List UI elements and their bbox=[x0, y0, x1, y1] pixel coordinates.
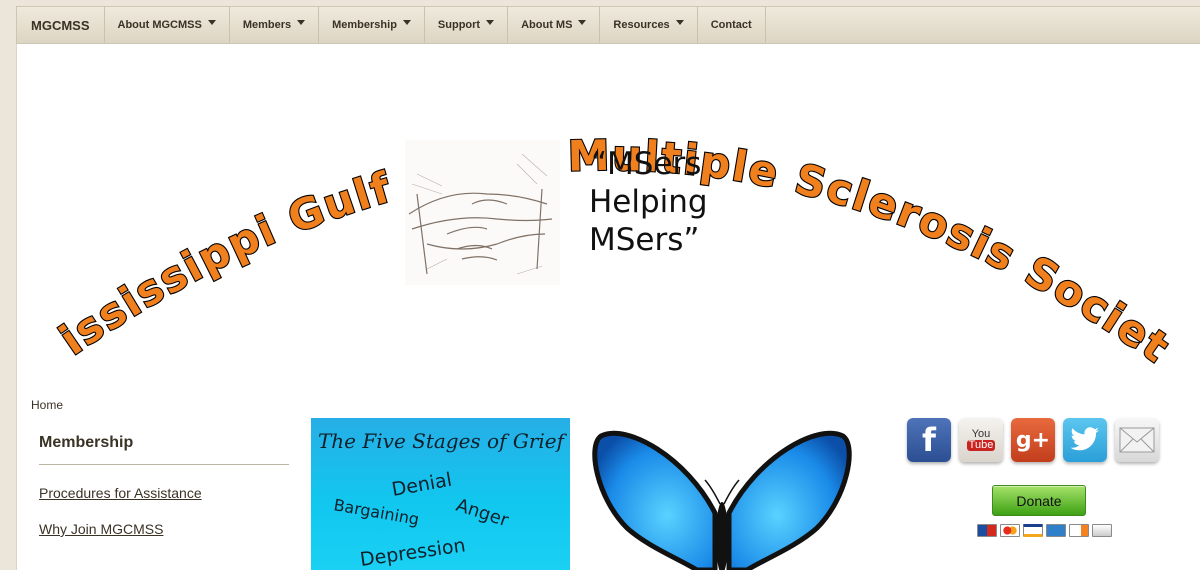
twitter-bird-icon bbox=[1070, 427, 1099, 451]
nav-about-ms[interactable]: About MS bbox=[508, 7, 601, 43]
grief-title: The Five Stages of Grief bbox=[318, 429, 568, 453]
caret-down-icon bbox=[675, 19, 684, 25]
caret-down-icon bbox=[297, 19, 306, 25]
sidebar-link-procedures[interactable]: Procedures for Assistance bbox=[39, 485, 289, 501]
tagline-line-1: “MSers bbox=[591, 146, 701, 182]
youtube-icon[interactable]: You Tube bbox=[959, 418, 1003, 462]
email-icon[interactable] bbox=[1115, 418, 1159, 462]
grief-word-depression: Depression bbox=[359, 534, 467, 570]
discover-card-icon bbox=[1069, 524, 1089, 537]
twitter-icon[interactable] bbox=[1063, 418, 1107, 462]
mastercard-icon bbox=[1000, 524, 1020, 537]
butterfly-right-wing bbox=[726, 430, 852, 570]
nav-contact[interactable]: Contact bbox=[698, 7, 766, 43]
bank-card-icon bbox=[1092, 524, 1112, 537]
sidebar-link-why-join[interactable]: Why Join MGCMSS bbox=[39, 521, 289, 537]
payment-cards bbox=[977, 524, 1112, 537]
caret-down-icon bbox=[578, 19, 587, 25]
tagline-line-3: MSers” bbox=[589, 222, 699, 258]
site-banner: Mississippi Gulf Coast Multiple Sclerosi… bbox=[17, 44, 1178, 374]
five-stages-of-grief-image[interactable]: The Five Stages of Grief Denial Anger Ba… bbox=[311, 418, 570, 570]
envelope-icon bbox=[1119, 427, 1155, 453]
tagline-line-2: Helping bbox=[589, 184, 708, 220]
butterfly-body bbox=[716, 502, 728, 570]
nav-membership[interactable]: Membership bbox=[319, 7, 425, 43]
sidebar-menu: Membership Procedures for Assistance Why… bbox=[39, 432, 289, 537]
caret-down-icon bbox=[402, 19, 411, 25]
grief-word-denial: Denial bbox=[390, 469, 453, 501]
caret-down-icon bbox=[207, 19, 216, 25]
handshake-illustration bbox=[405, 140, 560, 285]
blue-butterfly-image[interactable] bbox=[587, 418, 857, 570]
visa-card-icon bbox=[1023, 524, 1043, 537]
nav-resources[interactable]: Resources bbox=[600, 7, 698, 43]
nav-members[interactable]: Members bbox=[230, 7, 320, 43]
maestro-card-icon bbox=[977, 524, 997, 537]
social-icons: f You Tube g+ bbox=[907, 418, 1159, 462]
grief-word-anger: Anger bbox=[453, 495, 511, 532]
grief-word-bargaining: Bargaining bbox=[332, 495, 420, 529]
top-navbar: MGCMSS About MGCMSS Members Membership S… bbox=[16, 6, 1200, 44]
sidebar-title: Membership bbox=[39, 432, 289, 465]
nav-brand[interactable]: MGCMSS bbox=[17, 7, 105, 43]
google-plus-icon[interactable]: g+ bbox=[1011, 418, 1055, 462]
breadcrumb[interactable]: Home bbox=[31, 398, 63, 412]
page-content: Mississippi Gulf Coast Multiple Sclerosi… bbox=[16, 44, 1200, 570]
amex-card-icon bbox=[1046, 524, 1066, 537]
donate-button[interactable]: Donate bbox=[992, 485, 1086, 516]
caret-down-icon bbox=[486, 19, 495, 25]
nav-support[interactable]: Support bbox=[425, 7, 509, 43]
facebook-icon[interactable]: f bbox=[907, 418, 951, 462]
butterfly-left-wing bbox=[592, 430, 718, 570]
nav-about-mgcmss[interactable]: About MGCMSS bbox=[105, 7, 230, 43]
